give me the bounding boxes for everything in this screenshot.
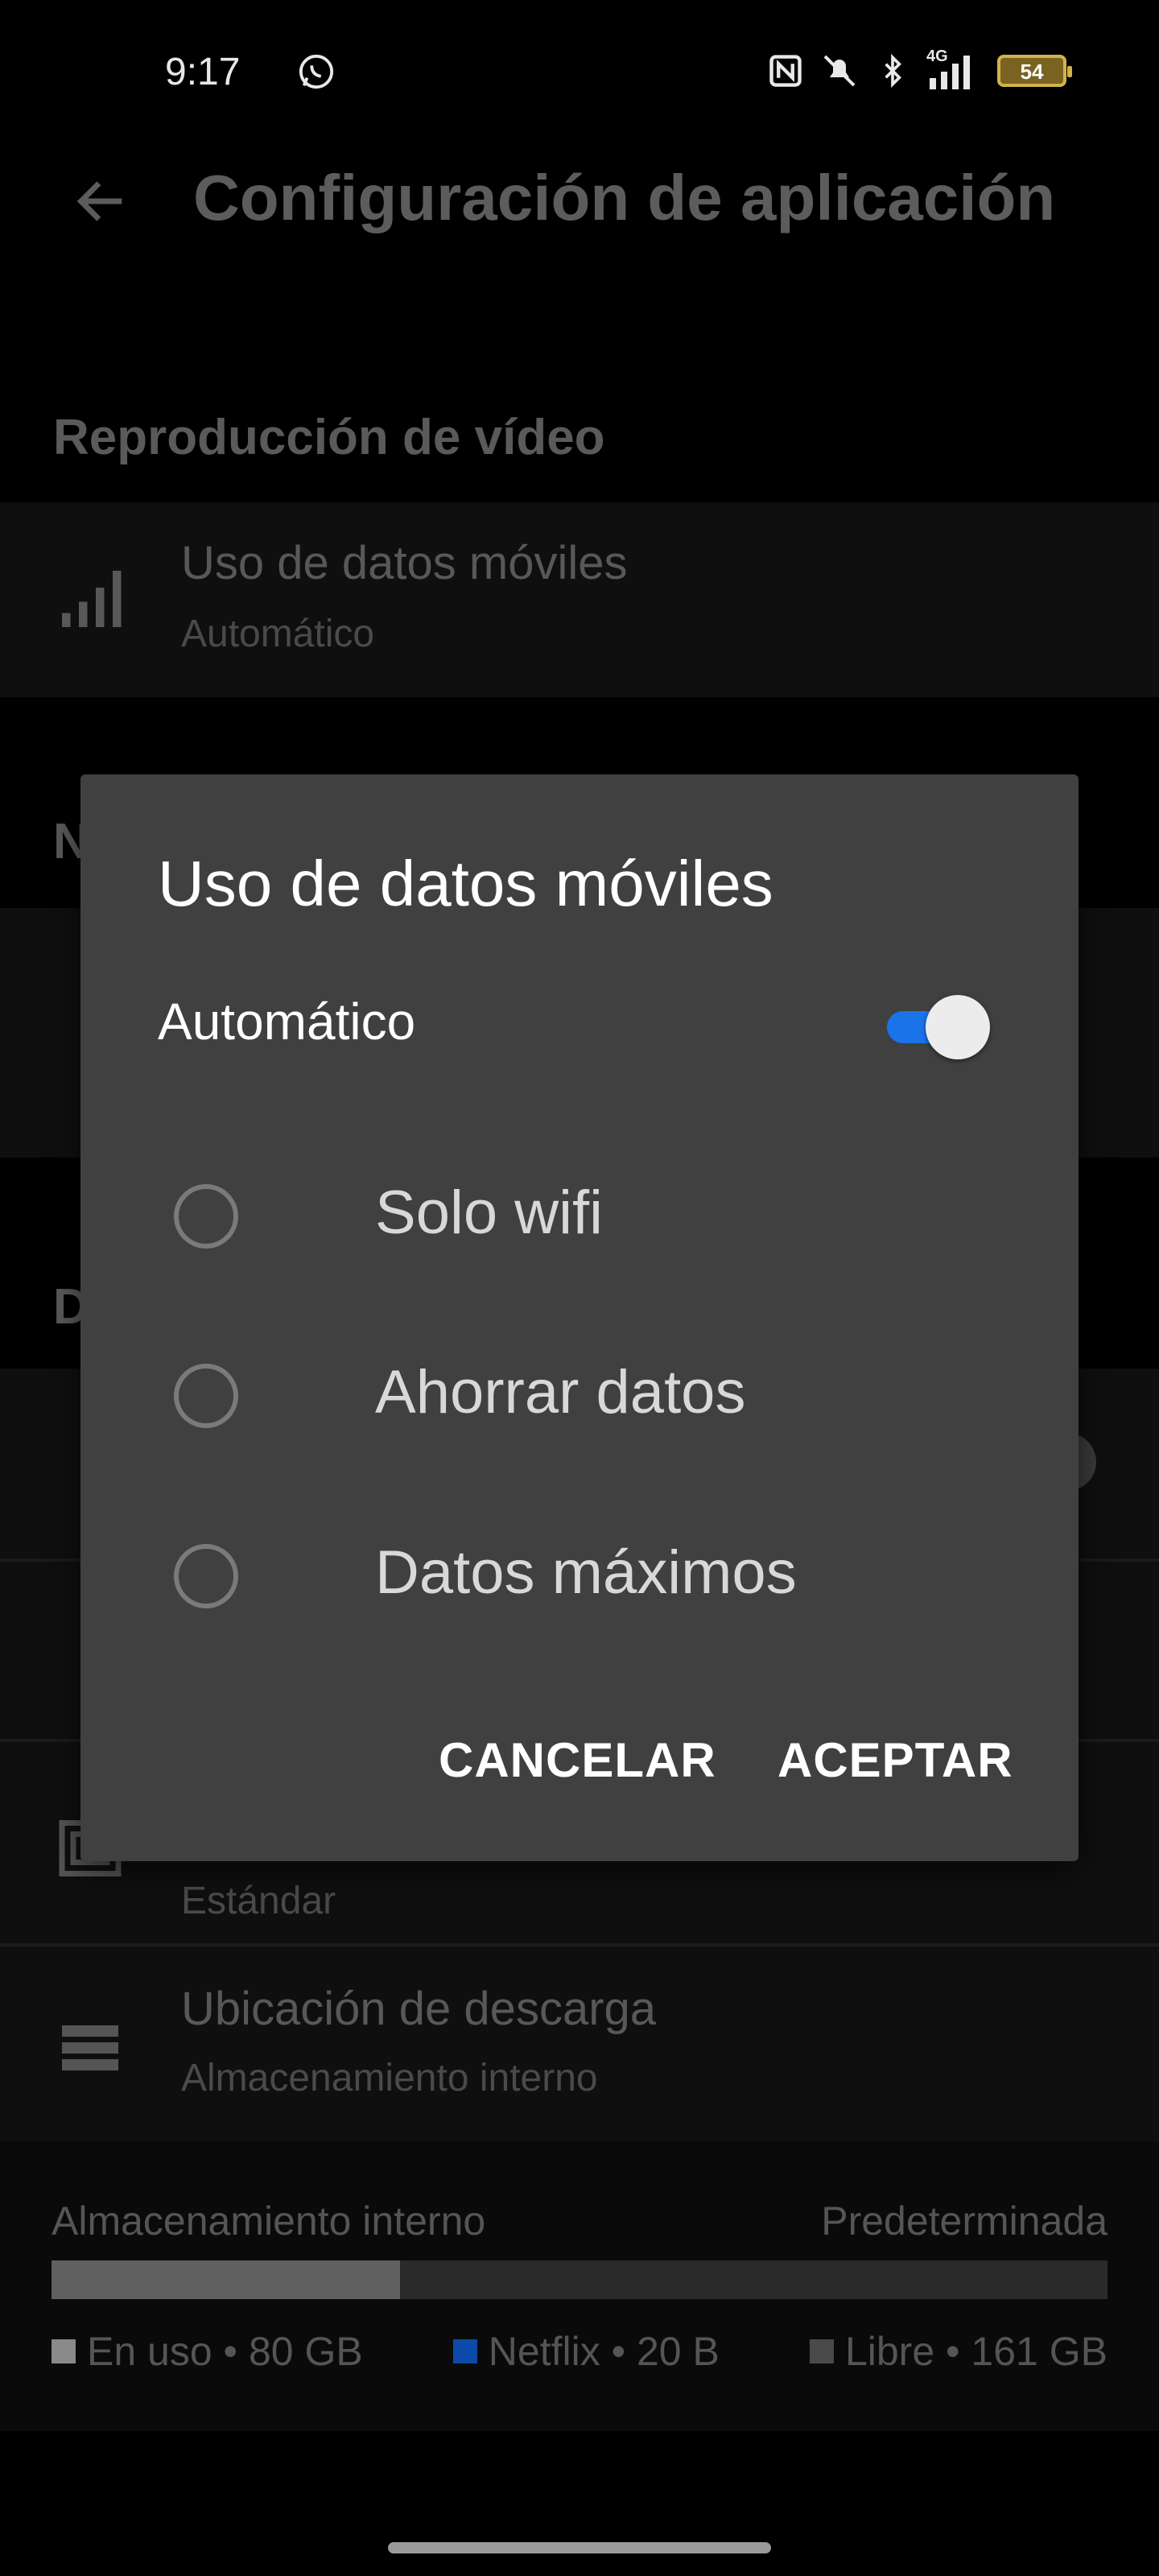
radio-button[interactable] <box>174 1364 238 1428</box>
whatsapp-icon <box>299 54 334 89</box>
legend-free: Libre • 161 GB <box>809 2328 1107 2375</box>
battery-icon: 54 <box>997 55 1072 87</box>
storage-indicator: Almacenamiento interno Predeterminada En… <box>0 2141 1159 2431</box>
arrow-left-icon[interactable] <box>71 171 132 232</box>
setting-download-location[interactable]: Ubicación de descarga Almacenamiento int… <box>0 1946 1159 2141</box>
accept-button[interactable]: ACEPTAR <box>777 1732 1013 1788</box>
storage-bar-used <box>52 2260 400 2299</box>
bluetooth-icon <box>885 53 901 89</box>
legend-label: Libre • 161 GB <box>844 2329 1107 2374</box>
signal-4g-icon: 4G <box>926 47 980 89</box>
legend-used: En uso • 80 GB <box>52 2328 363 2375</box>
legend-swatch <box>809 2339 834 2363</box>
option-label: Datos máximos <box>375 1538 797 1607</box>
radio-button[interactable] <box>174 1184 238 1249</box>
cancel-button[interactable]: CANCELAR <box>439 1732 716 1788</box>
setting-subtitle: Almacenamiento interno <box>181 2057 598 2099</box>
signal-bars-icon <box>62 571 122 627</box>
setting-mobile-data[interactable]: Uso de datos móviles Automático <box>0 502 1159 697</box>
setting-title: Uso de datos móviles <box>181 537 628 589</box>
radio-button[interactable] <box>174 1544 238 1608</box>
legend-netflix: Netflix • 20 B <box>452 2328 720 2375</box>
storage-default-label: Predeterminada <box>821 2198 1107 2244</box>
mobile-data-dialog: Uso de datos móviles Automático CANCELAR… <box>80 774 1079 1861</box>
legend-swatch <box>452 2339 477 2363</box>
status-time: 9:17 <box>165 51 241 93</box>
battery-level: 54 <box>1020 60 1044 84</box>
gesture-nav-bar[interactable] <box>388 2542 771 2553</box>
app-header: Configuración de aplicación <box>0 145 1159 258</box>
mute-icon <box>823 55 856 87</box>
setting-subtitle: Estándar <box>181 1880 336 1922</box>
page-title: Configuración de aplicación <box>193 162 1056 233</box>
storage-legend: En uso • 80 GB Netflix • 20 B Libre • 16… <box>52 2328 1107 2375</box>
option-label: Ahorrar datos <box>375 1358 746 1426</box>
option-datos-maximos[interactable]: Datos máximos <box>174 1501 1019 1645</box>
legend-swatch <box>52 2339 76 2363</box>
option-label: Solo wifi <box>375 1179 603 1247</box>
dialog-title: Uso de datos móviles <box>158 848 773 919</box>
storage-label: Almacenamiento interno <box>52 2198 486 2244</box>
storage-bar <box>52 2260 1107 2299</box>
auto-label: Automático <box>158 993 416 1051</box>
auto-toggle[interactable] <box>885 993 990 1059</box>
section-video-heading: Reproducción de vídeo <box>53 410 605 465</box>
status-bar: 9:17 4G 54 <box>0 0 1159 145</box>
setting-subtitle: Automático <box>181 613 375 655</box>
legend-label: En uso • 80 GB <box>87 2329 363 2374</box>
legend-label: Netflix • 20 B <box>488 2329 720 2374</box>
option-ahorrar-datos[interactable]: Ahorrar datos <box>174 1320 1019 1465</box>
storage-list-icon <box>62 2025 118 2070</box>
nfc-icon <box>769 55 802 87</box>
setting-title: Ubicación de descarga <box>181 1983 657 2035</box>
toggle-knob <box>926 995 990 1059</box>
option-solo-wifi[interactable]: Solo wifi <box>174 1141 1019 1286</box>
